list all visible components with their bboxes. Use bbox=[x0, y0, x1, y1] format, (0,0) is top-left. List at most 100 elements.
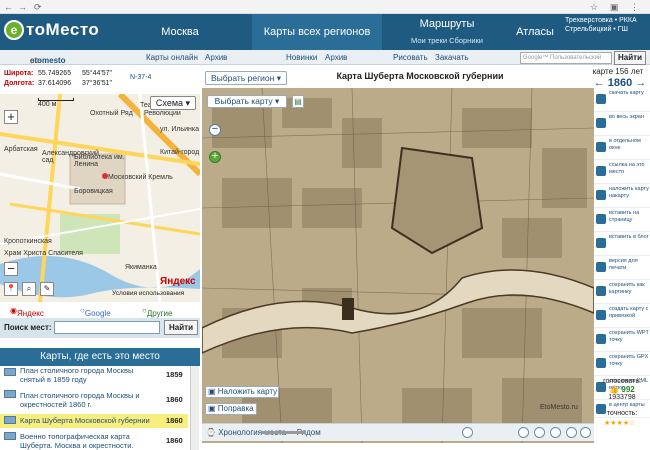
map-label-okhotny: Охотный Ряд bbox=[90, 110, 133, 117]
nav-moscow[interactable]: Москва bbox=[140, 14, 220, 50]
sidebar-gpx[interactable]: сохранить GPX точку bbox=[594, 352, 650, 376]
engine-others[interactable]: ○ Другие bbox=[142, 306, 172, 318]
nav-atlases[interactable]: Атласы bbox=[505, 14, 565, 50]
coordinates-panel: Широта: 55.749265 55°44'57" Долгота: 37.… bbox=[0, 66, 200, 94]
map-item-title[interactable]: Карта Шуберта Московской губернии bbox=[20, 416, 170, 425]
sidebar-label[interactable]: наложить карту накарту bbox=[609, 186, 649, 199]
download-link[interactable]: Закачать bbox=[435, 53, 469, 62]
list-item-selected[interactable]: Карта Шуберта Московской губернии 1860 bbox=[0, 414, 188, 428]
list-item[interactable]: План столичного города Москвы снятый в 1… bbox=[0, 366, 188, 386]
sidebar-label[interactable]: сохранить GPX точку bbox=[609, 354, 649, 367]
online-maps-link[interactable]: Карты онлайн bbox=[146, 53, 198, 62]
opacity-slider[interactable] bbox=[262, 431, 306, 434]
engine-google[interactable]: ○ Google bbox=[80, 306, 111, 318]
sidebar-label[interactable]: вставить в блог bbox=[609, 234, 649, 241]
sidebar-save-image[interactable]: сохранить как картинку bbox=[594, 280, 650, 304]
sidebar-label[interactable]: версия для печати bbox=[609, 258, 649, 271]
schema-dropdown[interactable]: Схема ▾ bbox=[150, 96, 196, 110]
correction-button[interactable]: ▣ Поправка bbox=[205, 403, 257, 415]
reload-icon[interactable]: ⟳ bbox=[34, 2, 42, 13]
layers-icon[interactable]: ▤ bbox=[292, 95, 304, 108]
choose-map-button[interactable]: Выбрать карту ▾ bbox=[207, 95, 287, 108]
choose-region-button[interactable]: Выбрать регион ▾ bbox=[205, 71, 287, 85]
longitude-dms: 37°36'51" bbox=[82, 80, 112, 87]
google-search-input[interactable]: Google™ Пользовательский bbox=[520, 52, 612, 64]
menu-icon[interactable]: ⋮ bbox=[630, 2, 639, 13]
nav-all-regions[interactable]: Карты всех регионов bbox=[252, 14, 382, 50]
sidebar-blog[interactable]: вставить в блог bbox=[594, 232, 650, 256]
draw-link[interactable]: Рисовать bbox=[393, 53, 428, 62]
fullscreen-icon[interactable] bbox=[580, 427, 591, 438]
header-link-1[interactable]: Трехверстовка • РККА bbox=[565, 16, 650, 25]
place-search: Поиск мест: Найти bbox=[0, 318, 200, 338]
zoom-out-button[interactable]: − bbox=[4, 262, 18, 276]
map-item-year: 1860 bbox=[166, 416, 183, 425]
nav-routes-label[interactable]: Маршруты bbox=[420, 18, 475, 30]
zoom-in-button[interactable]: + bbox=[4, 110, 18, 124]
map-thumb-icon bbox=[4, 416, 16, 424]
yandex-logo[interactable]: Яндекс bbox=[160, 276, 196, 287]
place-search-input[interactable] bbox=[54, 321, 160, 334]
sidebar-embed[interactable]: вставить на страницу bbox=[594, 208, 650, 232]
sidebar-label[interactable]: сохранить WPT точку bbox=[609, 330, 649, 343]
forward-icon[interactable]: → bbox=[18, 2, 27, 12]
votes-count[interactable]: 👍 992 bbox=[596, 385, 648, 394]
terms-link[interactable]: Условия использования bbox=[112, 290, 184, 297]
list-item[interactable]: План столичного города Москвы и окрестно… bbox=[0, 388, 188, 412]
star-icon[interactable]: ☆ bbox=[590, 2, 598, 13]
map-item-year: 1859 bbox=[166, 370, 183, 379]
list-item[interactable]: Военно топографическая карта Шуберта. Мо… bbox=[0, 430, 188, 450]
window-icon bbox=[596, 142, 606, 152]
map-bottom-bar: ⌚ Хронология места ⌖ Рядом bbox=[202, 423, 594, 441]
map-item-title[interactable]: Военно топографическая карта Шуберта. Мо… bbox=[20, 432, 160, 450]
sidebar-label[interactable]: во весь экран bbox=[609, 114, 649, 121]
print-icon[interactable] bbox=[566, 427, 577, 438]
nav-routes-sub[interactable]: Мои треки Сборники bbox=[392, 36, 502, 46]
rotate-icon[interactable] bbox=[534, 427, 545, 438]
sidebar-link[interactable]: ссылка на это место bbox=[594, 160, 650, 184]
place-search-button[interactable]: Найти bbox=[164, 320, 198, 335]
map-label-yakimanka: Якиманка bbox=[125, 264, 157, 271]
site-logo[interactable]: е тоМесто bbox=[4, 18, 114, 48]
news-link[interactable]: Новинки bbox=[286, 53, 317, 62]
ruler-icon[interactable]: ✎ bbox=[40, 282, 54, 296]
sidebar-overlay[interactable]: наложить карту накарту bbox=[594, 184, 650, 208]
list-scrollbar[interactable] bbox=[190, 366, 199, 450]
extension-icon[interactable]: ▣ bbox=[610, 2, 619, 13]
overlay-map-button[interactable]: ▣ Наложить карту bbox=[205, 386, 279, 398]
link-icon bbox=[596, 166, 606, 176]
sidebar-label[interactable]: вставить на страницу bbox=[609, 210, 649, 223]
sidebar-download[interactable]: скачать карту bbox=[594, 88, 650, 112]
historical-zoom-in[interactable]: + bbox=[209, 151, 221, 163]
opacity-icon[interactable] bbox=[462, 427, 473, 438]
archive2-link[interactable]: Архив bbox=[325, 53, 347, 62]
pin-icon[interactable]: 📍 bbox=[4, 282, 18, 296]
grid-sheet[interactable]: N-37-4 bbox=[130, 74, 151, 81]
engine-yandex[interactable]: ◉ Яндекс bbox=[10, 306, 44, 318]
sidebar-label[interactable]: сохранить как картинку bbox=[609, 282, 649, 295]
compass-icon[interactable] bbox=[518, 427, 529, 438]
sidebar-print[interactable]: версия для печати bbox=[594, 256, 650, 280]
archive-link[interactable]: Архив bbox=[205, 53, 227, 62]
sidebar-label[interactable]: в центр карты bbox=[609, 402, 649, 409]
modern-map[interactable]: Охотный Ряд Театр Революции ул. Ильинка … bbox=[0, 94, 200, 302]
magnifier-icon[interactable]: ⌕ bbox=[22, 282, 36, 296]
find-button[interactable]: Найти bbox=[614, 51, 646, 65]
sidebar-georef[interactable]: создать карту с привязкой bbox=[594, 304, 650, 328]
header-link-2[interactable]: Стрельбицкий • ГШ bbox=[565, 25, 650, 34]
sidebar-label[interactable]: ссылка на это место bbox=[609, 162, 649, 175]
map-item-title[interactable]: План столичного города Москвы и окрестно… bbox=[20, 391, 160, 409]
historical-zoom-out[interactable]: − bbox=[209, 124, 221, 136]
map-item-title[interactable]: План столичного города Москвы снятый в 1… bbox=[20, 366, 160, 384]
sidebar-fullscreen[interactable]: во весь экран bbox=[594, 112, 650, 136]
header-links[interactable]: Трехверстовка • РККА Стрельбицкий • ГШ bbox=[565, 16, 650, 34]
sidebar-wpt[interactable]: сохранить WPT точку bbox=[594, 328, 650, 352]
grid-icon[interactable] bbox=[550, 427, 561, 438]
sidebar-label[interactable]: в отдельном окне bbox=[609, 138, 649, 151]
nav-routes[interactable]: Маршруты Мои треки Сборники bbox=[392, 14, 502, 50]
sidebar-label[interactable]: создать карту с привязкой bbox=[609, 306, 649, 319]
accuracy-stars[interactable]: ★★★★☆ bbox=[604, 419, 635, 427]
sidebar-label[interactable]: скачать карту bbox=[609, 90, 649, 97]
sidebar-new-window[interactable]: в отдельном окне bbox=[594, 136, 650, 160]
back-icon[interactable]: ← bbox=[4, 2, 13, 12]
